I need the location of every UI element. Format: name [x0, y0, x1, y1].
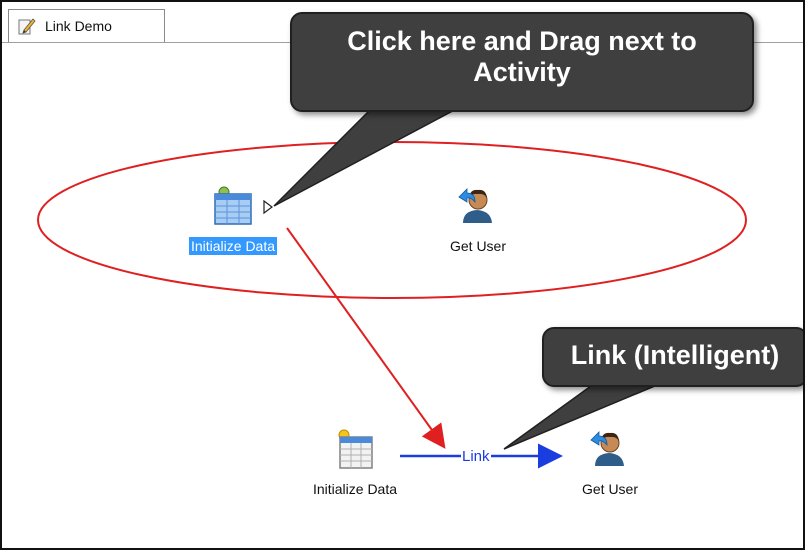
- table-icon: [214, 186, 252, 225]
- callout-link-hint: Link (Intelligent): [542, 327, 803, 387]
- activity-label: Initialize Data: [312, 481, 398, 497]
- callout-line: Activity: [473, 57, 571, 87]
- activity-label: Initialize Data: [188, 237, 278, 255]
- designer-window: Link Demo Initialize Data Get User Initi…: [0, 0, 805, 550]
- activity-get-user-bottom[interactable]: Get User: [564, 426, 656, 499]
- table-icon: [338, 429, 373, 469]
- callout-line: Click here and Drag next to: [347, 26, 697, 56]
- callout-drag-hint: Click here and Drag next to Activity: [290, 12, 754, 112]
- user-icon: [590, 431, 624, 466]
- user-icon: [458, 188, 492, 223]
- activity-label: Get User: [581, 481, 638, 497]
- activity-label: Get User: [449, 238, 506, 254]
- link-label[interactable]: Link: [461, 448, 491, 465]
- activity-get-user-top[interactable]: Get User: [432, 183, 524, 256]
- activity-initialize-data-bottom[interactable]: Initialize Data: [294, 426, 416, 499]
- activity-initialize-data-top[interactable]: Initialize Data: [172, 183, 294, 256]
